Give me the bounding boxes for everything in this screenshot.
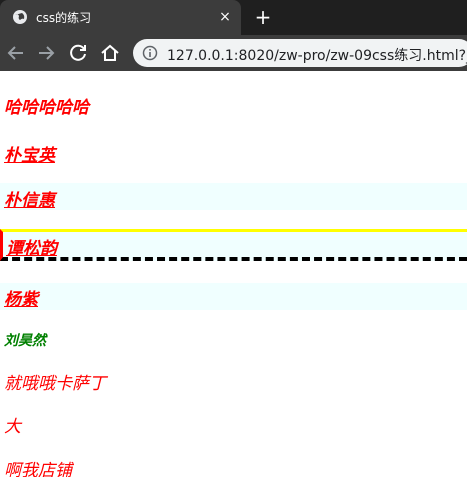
line-4-text: 谭松韵 bbox=[6, 239, 57, 259]
forward-arrow-icon[interactable] bbox=[34, 41, 58, 65]
line-7-text: 就哦哦卡萨丁 bbox=[4, 374, 106, 394]
info-icon[interactable] bbox=[142, 45, 158, 61]
back-arrow-icon[interactable] bbox=[4, 41, 28, 65]
close-icon[interactable]: × bbox=[217, 9, 233, 25]
url-text[interactable]: 127.0.0.1:8020/zw-pro/zw-09css练习.html?__… bbox=[167, 45, 467, 65]
line-5: 杨紫 bbox=[0, 283, 467, 310]
line-2: 朴宝英 bbox=[0, 141, 467, 166]
line-6: 刘昊然 bbox=[0, 330, 467, 350]
line-2-text: 朴宝英 bbox=[4, 146, 55, 166]
page-content: 哈哈哈哈哈 朴宝英 朴信惠 谭松韵 杨紫 刘昊然 就哦哦卡萨丁 大 啊我店铺 bbox=[0, 71, 467, 477]
line-1: 哈哈哈哈哈 bbox=[0, 93, 467, 118]
active-tab[interactable]: css的练习 × bbox=[0, 0, 241, 35]
reload-icon[interactable] bbox=[66, 41, 90, 65]
new-tab-button[interactable]: + bbox=[251, 6, 275, 30]
globe-icon bbox=[13, 10, 27, 24]
tab-title: css的练习 bbox=[36, 11, 92, 25]
line-9-text: 啊我店铺 bbox=[4, 461, 72, 477]
line-5-text: 杨紫 bbox=[4, 290, 38, 310]
line-8-text: 大 bbox=[4, 417, 21, 437]
browser-toolbar: 127.0.0.1:8020/zw-pro/zw-09css练习.html?__… bbox=[0, 35, 467, 71]
line-9: 啊我店铺 bbox=[0, 456, 467, 477]
address-bar[interactable]: 127.0.0.1:8020/zw-pro/zw-09css练习.html?__… bbox=[133, 39, 467, 67]
line-7: 就哦哦卡萨丁 bbox=[0, 369, 467, 394]
line-4-bordered: 谭松韵 bbox=[0, 229, 467, 261]
tab-strip: css的练习 × + bbox=[0, 0, 467, 35]
line-3: 朴信惠 bbox=[0, 183, 467, 211]
line-3-text: 朴信惠 bbox=[4, 191, 55, 211]
line-1-text: 哈哈哈哈哈 bbox=[4, 98, 89, 118]
line-6-text: 刘昊然 bbox=[4, 333, 46, 349]
home-icon[interactable] bbox=[98, 41, 122, 65]
line-8: 大 bbox=[0, 412, 467, 437]
